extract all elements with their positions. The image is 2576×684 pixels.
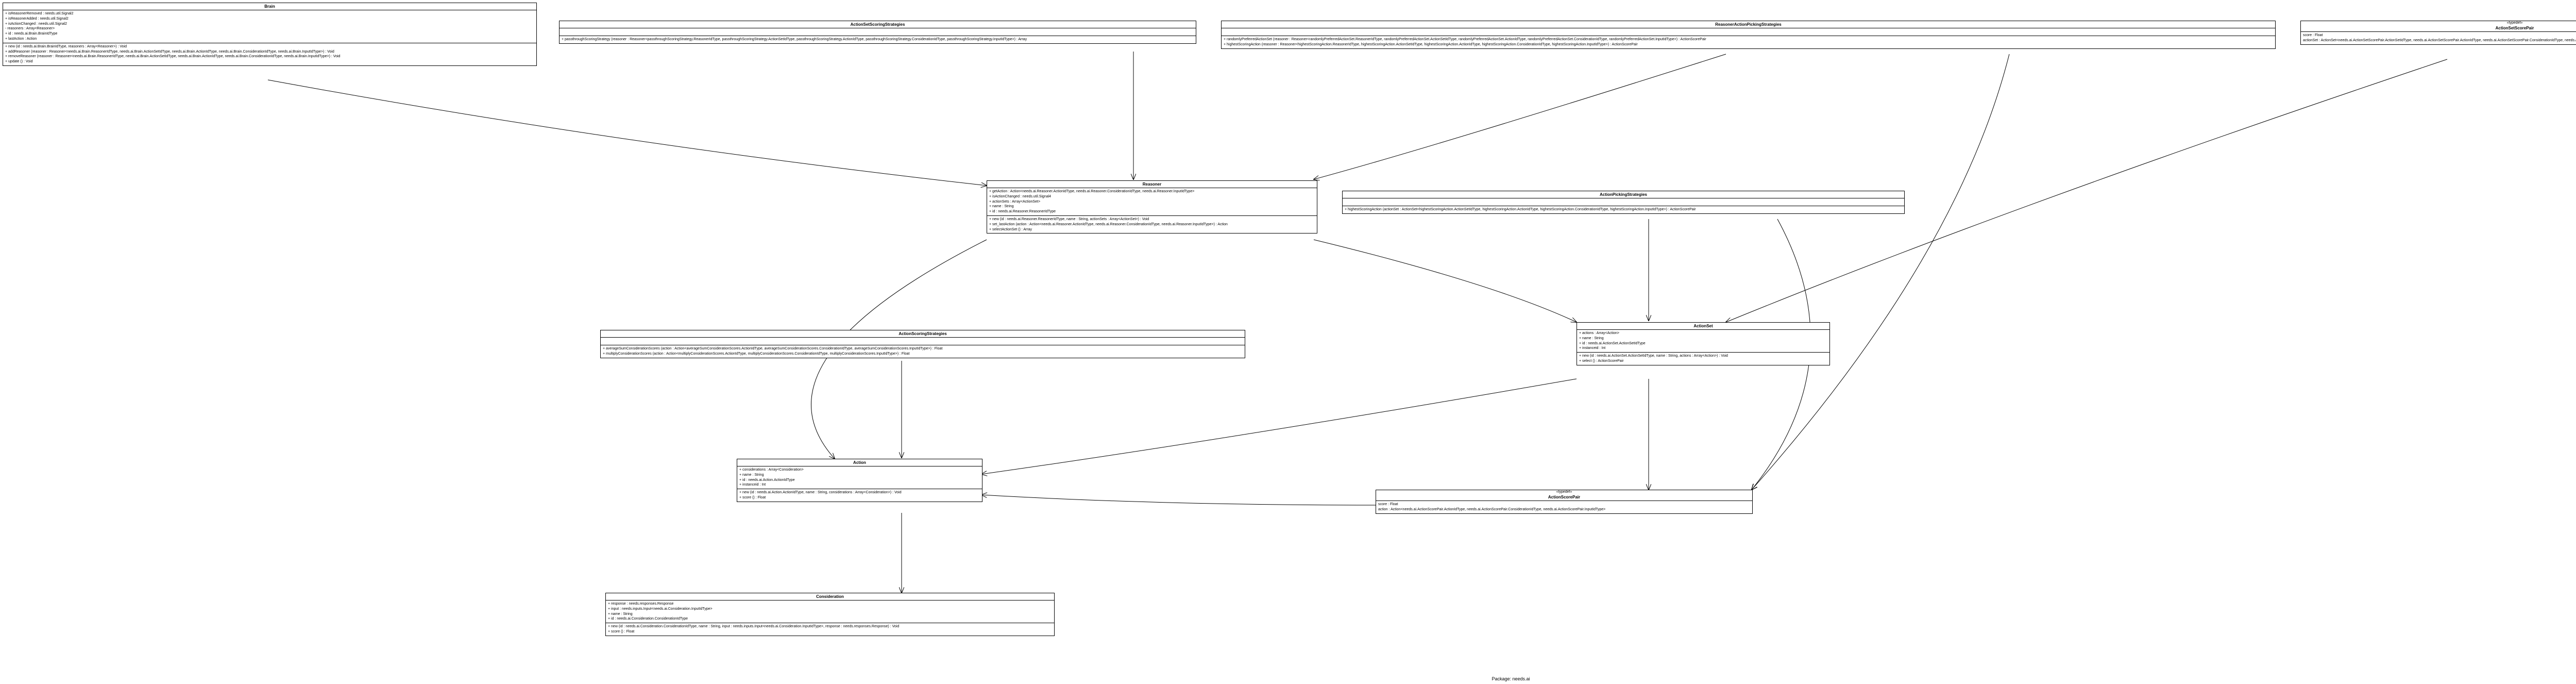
class-name: ActionSetScorePair: [2301, 25, 2576, 32]
class-name: ActionScoringStrategies: [601, 330, 1245, 338]
class-name: Brain: [3, 3, 536, 10]
class-action-scoring-strategies: ActionScoringStrategies + averageSumCons…: [600, 330, 1245, 358]
class-name: ActionSetScoringStrategies: [560, 21, 1196, 28]
class-actionset: ActionSet + actions : Array<Action> + na…: [1577, 322, 1830, 365]
class-actionset-score-pair: «typedef» ActionSetScorePair score : Flo…: [2300, 21, 2576, 45]
class-name: ActionSet: [1577, 323, 1829, 330]
footer-package: Package: needs.ai: [0, 676, 2576, 681]
class-name: Action: [737, 459, 982, 466]
class-action: Action + considerations : Array<Consider…: [737, 459, 982, 502]
class-name: ReasonerActionPickingStrategies: [1222, 21, 2275, 28]
diagram-connectors: [0, 0, 2576, 684]
class-actionset-scoring-strategies: ActionSetScoringStrategies + passthrough…: [559, 21, 1196, 44]
class-brain: Brain + isReasonerRemoved : needs.util.S…: [3, 3, 537, 66]
class-reasoner-action-picking-strategies: ReasonerActionPickingStrategies + random…: [1221, 21, 2276, 49]
class-name: Consideration: [606, 593, 1054, 600]
class-action-picking-strategies: ActionPickingStrategies + highestScoring…: [1342, 191, 1905, 214]
class-consideration: Consideration + response : needs.respons…: [605, 593, 1055, 636]
class-action-score-pair: «typedef» ActionScorePair score : Float …: [1376, 490, 1753, 514]
class-name: ActionPickingStrategies: [1343, 191, 1904, 198]
class-name: Reasoner: [987, 181, 1317, 188]
class-reasoner: Reasoner + getAction : Action<needs.ai.R…: [987, 180, 1317, 233]
class-name: ActionScorePair: [1376, 494, 1752, 501]
